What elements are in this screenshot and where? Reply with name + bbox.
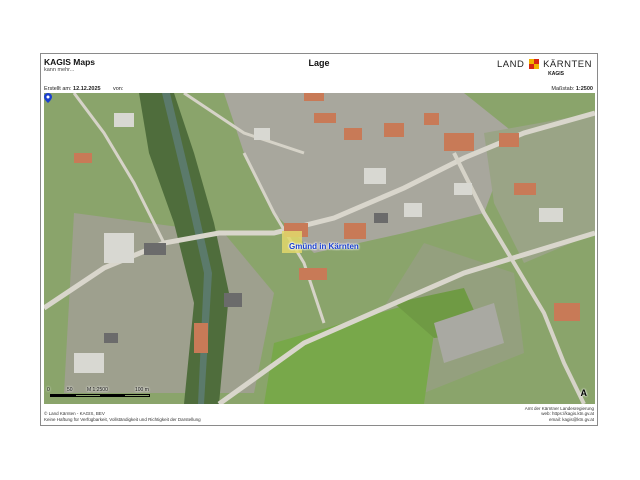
coat-of-arms-icon [529, 59, 539, 69]
footer-left: © Land Kärnten - KAGIS, BEV Keine Haftun… [44, 411, 201, 422]
scale-tick-50: 50 [67, 387, 73, 393]
scale-tick-0: 0 [47, 387, 50, 393]
disclaimer-text: Keine Haftung für Verfügbarkeit, Vollstä… [44, 416, 201, 422]
aerial-map[interactable]: Gmünd in Kärnten 0 50 M 1:2500 100 m A [44, 93, 595, 404]
scale-tick-100: 100 m [135, 387, 149, 393]
scale-value: 1:2500 [575, 86, 593, 92]
logo-text-land: LAND [497, 59, 525, 70]
created-date: 12.12.2025 [73, 86, 101, 92]
map-print-sheet: KAGIS Maps kann mehr... Lage LAND KÄRNTE… [40, 53, 598, 426]
logo-text-kagis: KAGIS [548, 71, 564, 77]
place-label: Gmünd in Kärnten [289, 242, 359, 251]
footer-right: Amt der Kärntner Landesregierung web: ht… [525, 406, 594, 423]
scale-ratio: M 1:2500 [87, 387, 108, 393]
by-label: von: [113, 86, 124, 92]
north-arrow-icon: A [580, 388, 588, 398]
logo-text-kaernten: KÄRNTEN [543, 59, 592, 70]
created-label: Erstellt am: [44, 86, 72, 92]
scale-info: Maßstab: 1:2500 [551, 86, 593, 92]
scale-bar-graphic [50, 394, 150, 397]
email-link[interactable]: email: kagis@ktn.gv.at [525, 417, 594, 423]
scale-label: Maßstab: [551, 86, 575, 92]
scale-bar: 0 50 M 1:2500 100 m [47, 387, 157, 401]
location-pin-icon [44, 93, 52, 103]
created-info: Erstellt am: 12.12.2025 [44, 86, 101, 92]
land-kaernten-logo: LAND KÄRNTEN KAGIS [497, 57, 592, 79]
